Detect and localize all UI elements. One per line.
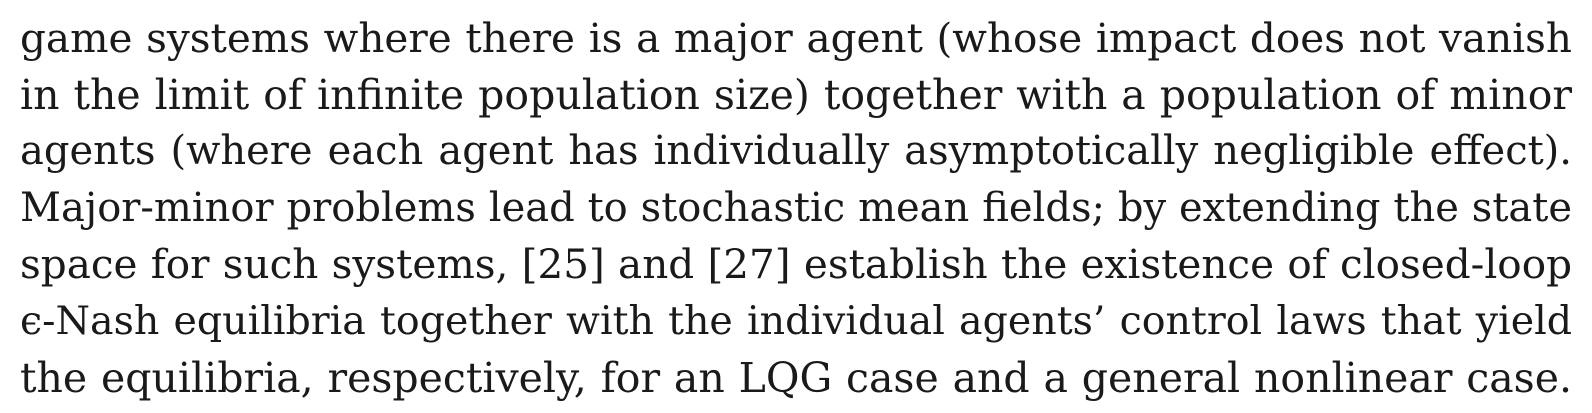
text-line-4: Major-minor problems lead to stochastic … [20,184,1572,231]
text-line-1: game systems where there is a major agen… [20,14,1572,62]
clipped-previous-line [20,0,1572,4]
text-line-3: agents (where each agent has individuall… [20,128,1572,175]
document-page: game systems where there is a major agen… [20,0,1572,413]
text-line-6: ϵ-Nash equilibria together with the indi… [20,297,1572,344]
text-line-5: space for such systems, [25] and [27] es… [20,240,1572,289]
text-line-7: the equilibria, respectively, for an LQG… [20,353,1572,402]
text-line-2: in the limit of infinite population size… [20,70,1572,119]
body-paragraph: game systems where there is a major agen… [20,10,1572,406]
